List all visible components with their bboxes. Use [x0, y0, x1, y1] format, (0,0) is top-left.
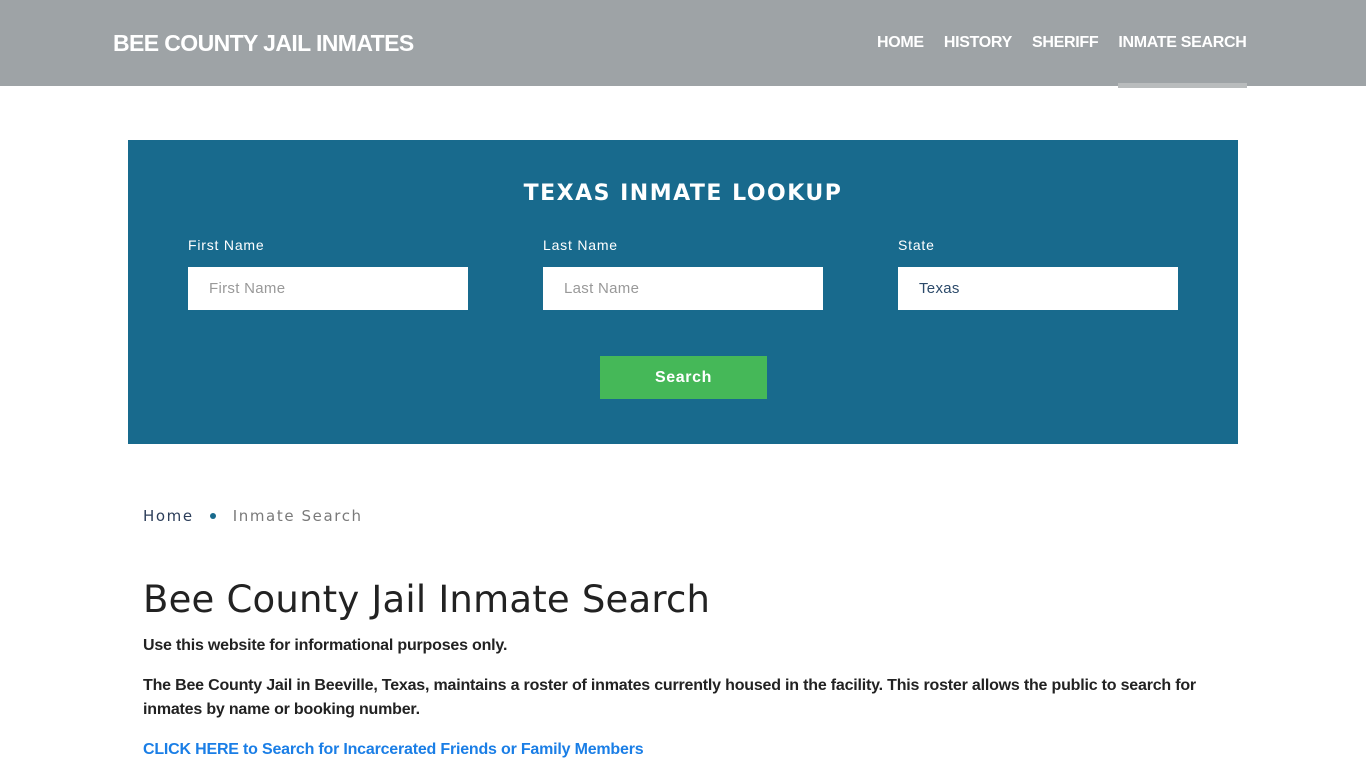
nav-sheriff[interactable]: SHERIFF	[1032, 34, 1099, 52]
nav-inmate-search[interactable]: INMATE SEARCH	[1118, 34, 1247, 88]
last-name-input[interactable]	[543, 267, 823, 310]
page-title: Bee County Jail Inmate Search	[143, 578, 711, 621]
search-button[interactable]: Search	[600, 356, 767, 399]
state-input[interactable]	[898, 267, 1178, 310]
breadcrumb-home[interactable]: Home	[143, 507, 194, 525]
disclaimer-text: Use this website for informational purpo…	[143, 637, 508, 654]
site-header: BEE COUNTY JAIL INMATES HOME HISTORY SHE…	[0, 0, 1366, 88]
first-name-label: First Name	[188, 237, 265, 253]
last-name-group: Last Name	[543, 237, 823, 310]
first-name-group: First Name	[188, 237, 468, 310]
breadcrumb-separator-icon	[209, 513, 216, 519]
breadcrumb: Home Inmate Search	[143, 507, 363, 525]
main-nav: HOME HISTORY SHERIFF INMATE SEARCH	[877, 34, 1267, 88]
nav-history[interactable]: HISTORY	[944, 34, 1012, 52]
search-friends-family-link[interactable]: CLICK HERE to Search for Incarcerated Fr…	[143, 738, 644, 762]
last-name-label: Last Name	[543, 237, 618, 253]
first-name-input[interactable]	[188, 267, 468, 310]
nav-home[interactable]: HOME	[877, 34, 924, 52]
state-label: State	[898, 237, 935, 253]
inmate-lookup-panel: TEXAS INMATE LOOKUP First Name Last Name…	[128, 140, 1238, 444]
site-logo-link[interactable]: BEE COUNTY JAIL INMATES	[113, 30, 414, 57]
breadcrumb-current: Inmate Search	[232, 507, 363, 525]
state-group: State	[898, 237, 1178, 310]
lookup-title: TEXAS INMATE LOOKUP	[523, 181, 843, 206]
description-text: The Bee County Jail in Beeville, Texas, …	[143, 677, 1196, 718]
